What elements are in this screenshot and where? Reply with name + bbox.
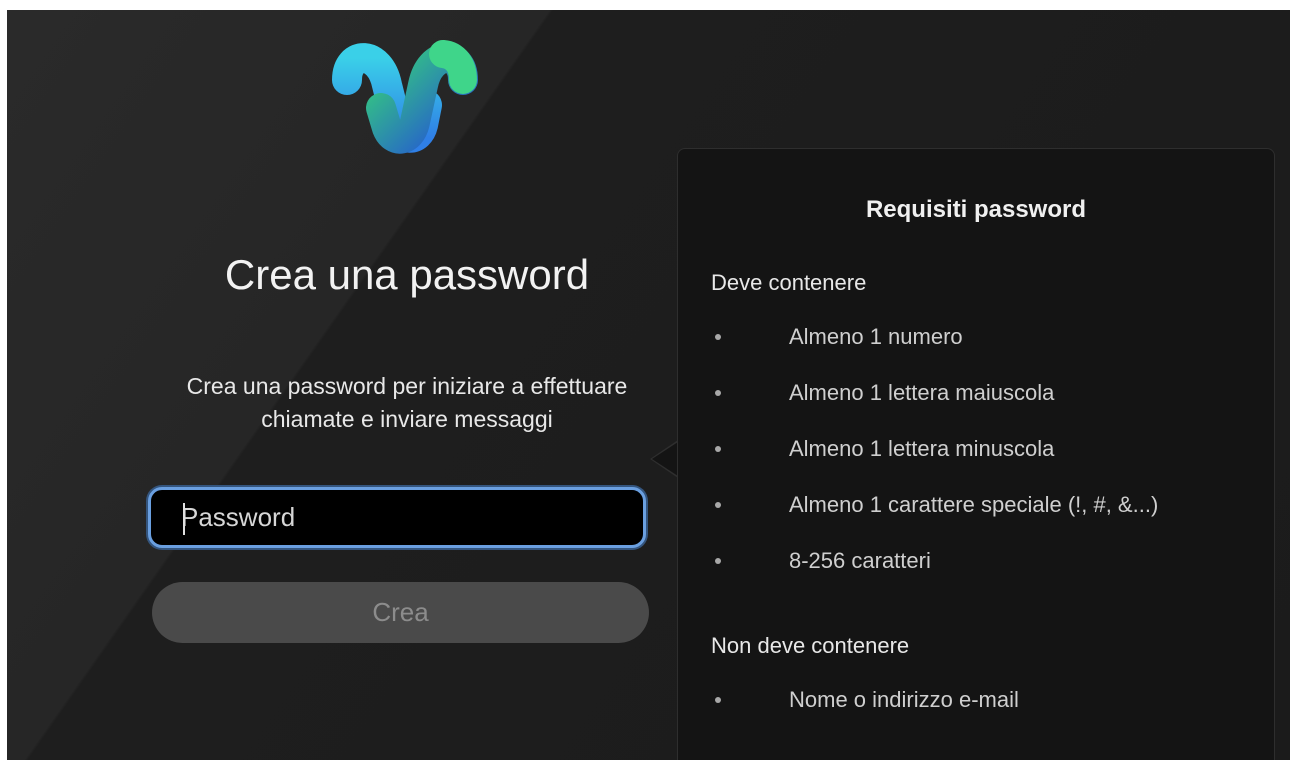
bullet-icon <box>715 390 721 396</box>
webex-logo-icon <box>332 40 478 154</box>
bullet-icon <box>715 502 721 508</box>
requirements-title: Requisiti password <box>865 196 1087 223</box>
password-requirements-popover: Requisiti password Deve contenere Almeno… <box>677 148 1275 760</box>
bullet-icon <box>715 446 721 452</box>
bullet-icon <box>715 697 721 703</box>
bullet-icon <box>715 334 721 340</box>
create-button[interactable]: Crea <box>152 582 649 643</box>
must-not-contain-label: Non deve contenere <box>711 633 910 658</box>
must-contain-label: Deve contenere <box>711 270 867 295</box>
app-window: Crea una password Crea una password per … <box>7 10 1290 760</box>
password-input[interactable] <box>148 487 646 548</box>
bullet-icon <box>715 558 721 564</box>
text-caret <box>183 503 185 535</box>
popover-arrow <box>652 442 678 476</box>
